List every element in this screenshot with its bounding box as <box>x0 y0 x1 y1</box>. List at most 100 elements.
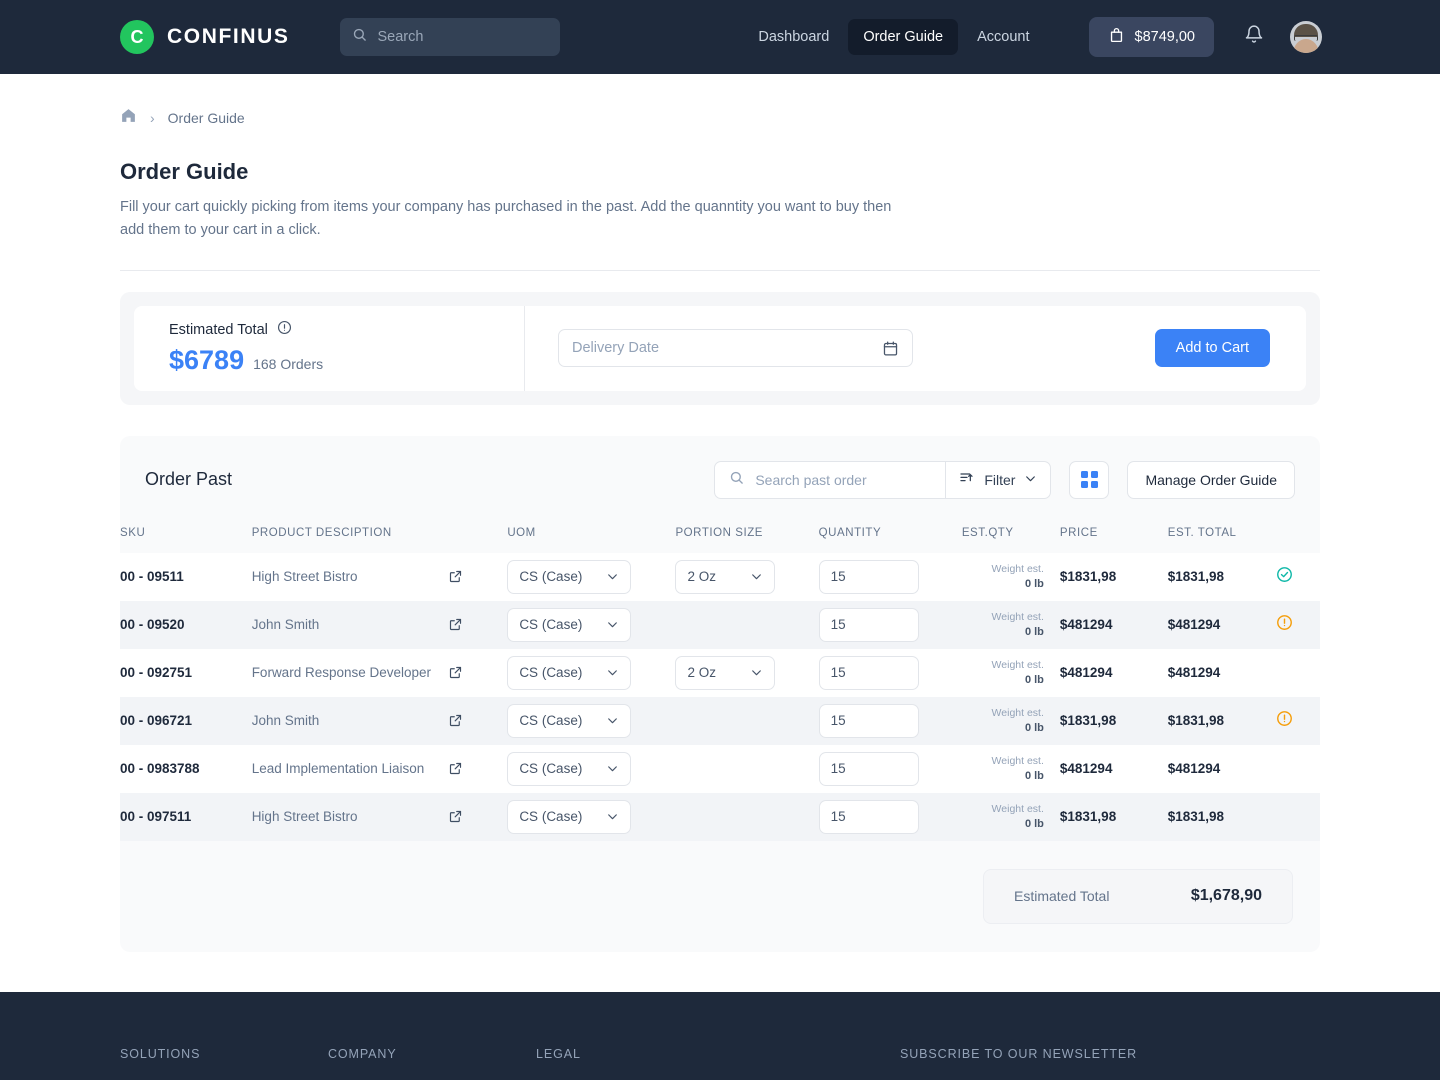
add-to-cart-block: Add to Cart <box>1154 329 1306 368</box>
cart-total-button[interactable]: $8749,00 <box>1088 17 1214 57</box>
uom-value: CS (Case) <box>519 569 583 585</box>
footer-columns: SOLUTIONS Marketing Analytics COMPANY Ab… <box>120 1047 1320 1080</box>
est-qty-value: 0 lb <box>1024 625 1044 638</box>
breadcrumb-separator: › <box>150 110 155 126</box>
row-est-total: $1831,98 <box>1167 808 1225 824</box>
search-icon <box>729 470 744 490</box>
external-link-icon[interactable] <box>448 761 463 776</box>
row-description: High Street Bistro <box>251 809 358 825</box>
grid-view-toggle[interactable] <box>1069 460 1110 499</box>
uom-value: CS (Case) <box>519 713 583 729</box>
est-qty-label: Weight est. <box>991 755 1044 768</box>
est-qty-label: Weight est. <box>991 611 1044 624</box>
filter-dropdown[interactable]: Filter <box>946 462 1050 498</box>
external-link-icon[interactable] <box>448 713 463 728</box>
footer-column-company: COMPANY About Blog <box>328 1047 536 1080</box>
chevron-down-icon <box>750 666 763 679</box>
table-total-label: Estimated Total <box>1014 888 1110 905</box>
status-warning-icon <box>1276 615 1293 635</box>
quantity-input[interactable] <box>818 559 919 594</box>
home-icon[interactable] <box>120 107 137 129</box>
quantity-input[interactable] <box>818 607 919 642</box>
row-price: $1831,98 <box>1059 808 1117 824</box>
portion-size-select[interactable]: 2 Oz <box>675 559 776 594</box>
quantity-input[interactable] <box>818 751 919 786</box>
uom-select[interactable]: CS (Case) <box>507 607 632 642</box>
nav-item-order-guide[interactable]: Order Guide <box>848 19 959 55</box>
uom-select[interactable]: CS (Case) <box>507 751 632 786</box>
uom-select[interactable]: CS (Case) <box>507 799 632 834</box>
delivery-date-input[interactable]: Delivery Date <box>558 329 913 368</box>
col-price: PRICE <box>1059 526 1098 539</box>
external-link-icon[interactable] <box>448 617 463 632</box>
est-qty-label: Weight est. <box>991 707 1044 720</box>
shopping-bag-icon <box>1108 26 1125 48</box>
uom-value: CS (Case) <box>519 761 583 777</box>
table-header: SKU PRODUCT DESCIPTION UOM PORTION SIZE … <box>120 527 1320 553</box>
filter-label: Filter <box>984 471 1016 488</box>
uom-select[interactable]: CS (Case) <box>507 559 632 594</box>
past-order-search-input[interactable]: Search past order <box>715 462 945 498</box>
portion-size-value: 2 Oz <box>687 665 716 681</box>
row-sku: 00 - 096721 <box>120 712 193 728</box>
quantity-input[interactable] <box>818 799 919 834</box>
est-qty-value: 0 lb <box>1024 673 1044 686</box>
estimated-total-block: Estimated Total $6789 168 Orders <box>134 320 524 376</box>
row-status <box>1276 696 1320 745</box>
chevron-down-icon <box>606 618 619 631</box>
brand-logo-group[interactable]: C CONFINUS <box>120 20 289 54</box>
uom-value: CS (Case) <box>519 809 583 825</box>
est-qty-label: Weight est. <box>991 563 1044 576</box>
cart-amount: $8749,00 <box>1134 29 1195 45</box>
page-subtitle: Fill your cart quickly picking from item… <box>120 199 892 239</box>
table-row: 00 - 092751 Forward Response Developer CS … <box>120 648 1320 697</box>
manage-order-guide-button[interactable]: Manage Order Guide <box>1127 460 1295 499</box>
chevron-down-icon <box>606 714 619 727</box>
add-to-cart-button[interactable]: Add to Cart <box>1154 329 1270 368</box>
nav-item-account[interactable]: Account <box>962 19 1044 55</box>
external-link-icon[interactable] <box>448 809 463 824</box>
col-uom: UOM <box>507 526 536 539</box>
row-price: $1831,98 <box>1059 568 1117 584</box>
row-status <box>1276 648 1320 697</box>
row-sku: 00 - 0983788 <box>120 760 200 776</box>
brand-name: CONFINUS <box>167 25 290 48</box>
confinus-logo-icon: C <box>120 20 154 54</box>
calendar-icon[interactable] <box>882 340 899 357</box>
status-warning-icon <box>1276 711 1293 731</box>
row-status <box>1276 792 1320 841</box>
uom-select[interactable]: CS (Case) <box>507 703 632 738</box>
row-est-total: $1831,98 <box>1167 568 1225 584</box>
main-nav: Dashboard Order Guide Account <box>743 19 1044 55</box>
quantity-input[interactable] <box>818 655 919 690</box>
nav-item-dashboard[interactable]: Dashboard <box>743 19 844 55</box>
row-est-total: $1831,98 <box>1167 712 1225 728</box>
external-link-icon[interactable] <box>448 569 463 584</box>
orders-count: 168 Orders <box>253 356 324 373</box>
table-estimated-total: Estimated Total $1,678,90 <box>983 868 1293 924</box>
chevron-down-icon <box>606 810 619 823</box>
notifications-button[interactable] <box>1244 24 1264 50</box>
title-divider <box>120 269 1320 271</box>
quantity-input[interactable] <box>818 703 919 738</box>
footer-heading-solutions: SOLUTIONS <box>120 1046 201 1061</box>
bell-icon <box>1244 24 1264 50</box>
table-header-row: SKU PRODUCT DESCIPTION UOM PORTION SIZE … <box>120 527 1320 553</box>
info-circle-icon[interactable] <box>277 320 292 340</box>
global-search-input[interactable]: Search <box>340 18 561 56</box>
external-link-icon[interactable] <box>448 665 463 680</box>
table-row: 00 - 09511 High Street Bistro CS (Case) 2 O… <box>120 552 1320 601</box>
table-footer: Estimated Total $1,678,90 <box>120 841 1320 924</box>
footer-heading-company: COMPANY <box>328 1046 397 1061</box>
uom-select[interactable]: CS (Case) <box>507 655 632 690</box>
portion-size-select[interactable]: 2 Oz <box>675 655 776 690</box>
col-est-qty: EST.QTY <box>961 526 1014 539</box>
table-row: 00 - 096721 John Smith CS (Case) Weight est… <box>120 696 1320 745</box>
chevron-down-icon <box>606 666 619 679</box>
user-avatar[interactable] <box>1290 21 1322 53</box>
breadcrumb-current[interactable]: Order Guide <box>168 110 245 126</box>
row-price: $481294 <box>1059 616 1113 632</box>
est-qty-value: 0 lb <box>1024 577 1044 590</box>
avatar-face <box>1293 38 1319 53</box>
row-sku: 00 - 09520 <box>120 616 185 632</box>
